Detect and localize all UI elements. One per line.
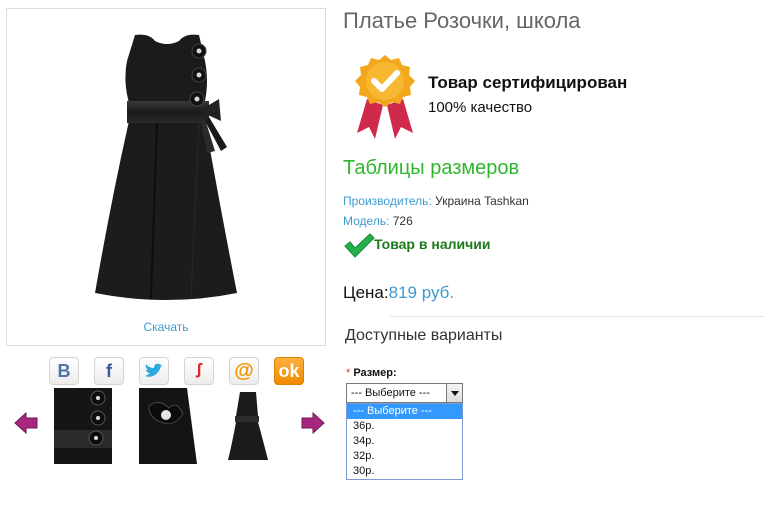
next-arrow-icon[interactable] <box>301 412 325 434</box>
model-value: 726 <box>392 214 413 228</box>
checkmark-icon <box>344 233 375 258</box>
size-select[interactable]: --- Выберите --- <box>346 383 463 403</box>
main-image-box: Скачать <box>6 8 326 346</box>
size-option[interactable]: 36р. <box>347 419 462 434</box>
size-label-text: Размер: <box>353 367 397 379</box>
certificate-label: Товар сертифицирован <box>428 73 628 92</box>
mail-share-button[interactable]: @ <box>229 357 259 385</box>
prev-arrow-icon[interactable] <box>14 412 38 434</box>
price-row: Цена:819 руб. <box>343 283 454 303</box>
manufacturer-row: Производитель: Украина Tashkan <box>343 194 529 208</box>
model-row: Модель: 726 <box>343 214 413 228</box>
twitter-share-button[interactable] <box>139 357 169 385</box>
size-option[interactable]: 30р. <box>347 464 462 479</box>
dress-main-image[interactable] <box>87 31 247 311</box>
ok-icon: ok <box>278 360 300 381</box>
model-key: Модель: <box>343 214 390 228</box>
size-option[interactable]: --- Выберите --- <box>347 404 462 419</box>
manufacturer-key[interactable]: Производитель: <box>343 194 432 208</box>
quality-label: 100% качество <box>428 99 533 116</box>
stock-status: Товар в наличии <box>374 236 491 252</box>
variants-title: Доступные варианты <box>345 327 503 344</box>
price-label: Цена: <box>343 283 389 302</box>
size-tables-link[interactable]: Таблицы размеров <box>343 157 519 180</box>
price-value: 819 руб. <box>388 283 455 302</box>
size-dropdown-list: --- Выберите --- 36р. 34р. 32р. 30р. <box>346 403 463 480</box>
facebook-share-button[interactable]: f <box>94 357 124 385</box>
size-option[interactable]: 34р. <box>347 434 462 449</box>
certificate-badge-icon <box>355 55 415 139</box>
divider <box>390 316 764 317</box>
product-title: Платье Розочки, школа <box>343 8 581 33</box>
thumbnail-1[interactable] <box>54 388 112 464</box>
required-mark: * <box>346 367 351 379</box>
vk-icon: B <box>57 360 71 381</box>
twitter-icon <box>145 363 163 377</box>
ok-share-button[interactable]: ok <box>274 357 304 385</box>
vk-share-button[interactable]: B <box>49 357 79 385</box>
moimir-share-button[interactable]: ꭍ <box>184 357 214 385</box>
manufacturer-value: Украина Tashkan <box>435 194 529 208</box>
size-label: * Размер: <box>346 367 397 379</box>
thumbnail-3[interactable] <box>224 388 270 464</box>
odnoklassniki-icon: ꭍ <box>195 361 203 381</box>
size-option[interactable]: 32р. <box>347 449 462 464</box>
download-link[interactable]: Скачать <box>7 320 325 334</box>
facebook-icon: f <box>106 360 112 381</box>
mail-icon: @ <box>234 359 254 382</box>
size-select-value: --- Выберите --- <box>351 387 430 399</box>
thumbnail-2[interactable] <box>139 388 197 464</box>
chevron-down-icon[interactable] <box>446 384 462 402</box>
